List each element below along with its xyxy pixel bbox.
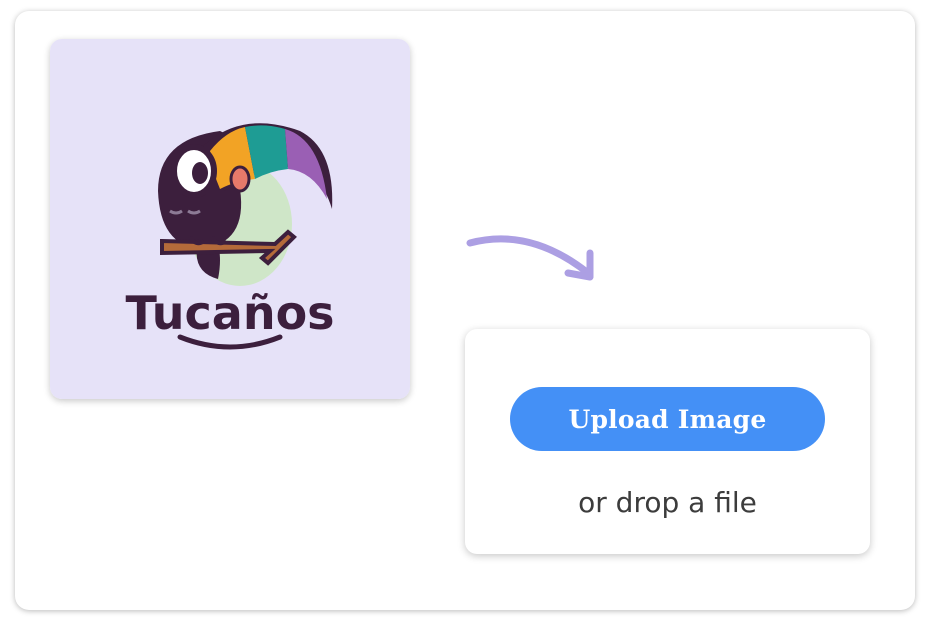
logo-preview: Tucaños <box>50 39 410 399</box>
toucan-logo-icon: Tucaños <box>50 39 410 399</box>
curved-arrow-icon <box>466 235 594 281</box>
eye-pupil <box>192 162 208 184</box>
arrow-shaft <box>466 235 592 277</box>
upload-image-button[interactable]: Upload Image <box>510 387 825 451</box>
upload-dropzone[interactable]: Upload Image or drop a file <box>465 329 870 554</box>
drop-hint: or drop a file <box>578 486 757 519</box>
cheek <box>229 165 251 193</box>
logo-wordmark: Tucaños <box>125 286 334 340</box>
